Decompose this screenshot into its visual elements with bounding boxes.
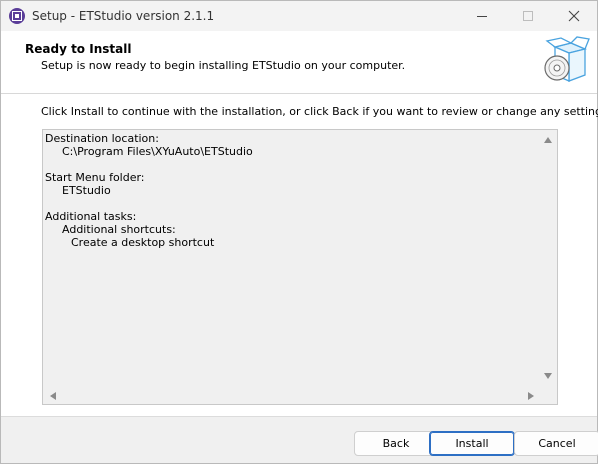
etstudio-app-icon — [9, 8, 25, 24]
close-button[interactable] — [551, 1, 597, 31]
scroll-down-icon[interactable] — [544, 373, 552, 379]
desktop-shortcut-task: Create a desktop shortcut — [71, 236, 215, 249]
maximize-button[interactable] — [505, 1, 551, 31]
close-icon — [568, 10, 580, 22]
footer-divider — [1, 416, 597, 417]
title-bar[interactable]: Setup - ETStudio version 2.1.1 — [1, 1, 597, 31]
startmenu-value: ETStudio — [62, 184, 111, 197]
memo-content: Destination location: C:\Program Files\X… — [45, 132, 537, 384]
page-subtitle: Setup is now ready to begin installing E… — [41, 59, 406, 72]
vertical-scrollbar[interactable] — [539, 130, 557, 387]
wizard-body: Click Install to continue with the insta… — [1, 94, 598, 416]
minimize-icon — [477, 16, 487, 17]
horizontal-scrollbar[interactable] — [43, 387, 539, 404]
destination-value: C:\Program Files\XYuAuto\ETStudio — [62, 145, 253, 158]
shortcuts-label: Additional shortcuts: — [62, 223, 176, 236]
page-title: Ready to Install — [25, 42, 132, 56]
scroll-left-icon[interactable] — [50, 392, 56, 400]
wizard-header: Ready to Install Setup is now ready to b… — [1, 31, 597, 93]
setup-box-cd-icon — [544, 36, 590, 82]
minimize-button[interactable] — [459, 1, 505, 31]
ready-memo[interactable]: Destination location: C:\Program Files\X… — [42, 129, 558, 405]
memo-spacer — [45, 197, 537, 210]
maximize-icon — [523, 11, 533, 21]
back-button[interactable]: Back — [354, 431, 438, 456]
scroll-right-icon[interactable] — [528, 392, 534, 400]
cancel-button[interactable]: Cancel — [514, 431, 598, 456]
install-button[interactable]: Install — [429, 431, 515, 456]
window-title: Setup - ETStudio version 2.1.1 — [32, 9, 215, 23]
destination-label: Destination location: — [45, 132, 159, 145]
instruction-text: Click Install to continue with the insta… — [41, 105, 598, 118]
startmenu-label: Start Menu folder: — [45, 171, 145, 184]
memo-spacer — [45, 158, 537, 171]
tasks-label: Additional tasks: — [45, 210, 137, 223]
setup-window: Setup - ETStudio version 2.1.1 Ready to … — [0, 0, 598, 464]
scroll-up-icon[interactable] — [544, 137, 552, 143]
